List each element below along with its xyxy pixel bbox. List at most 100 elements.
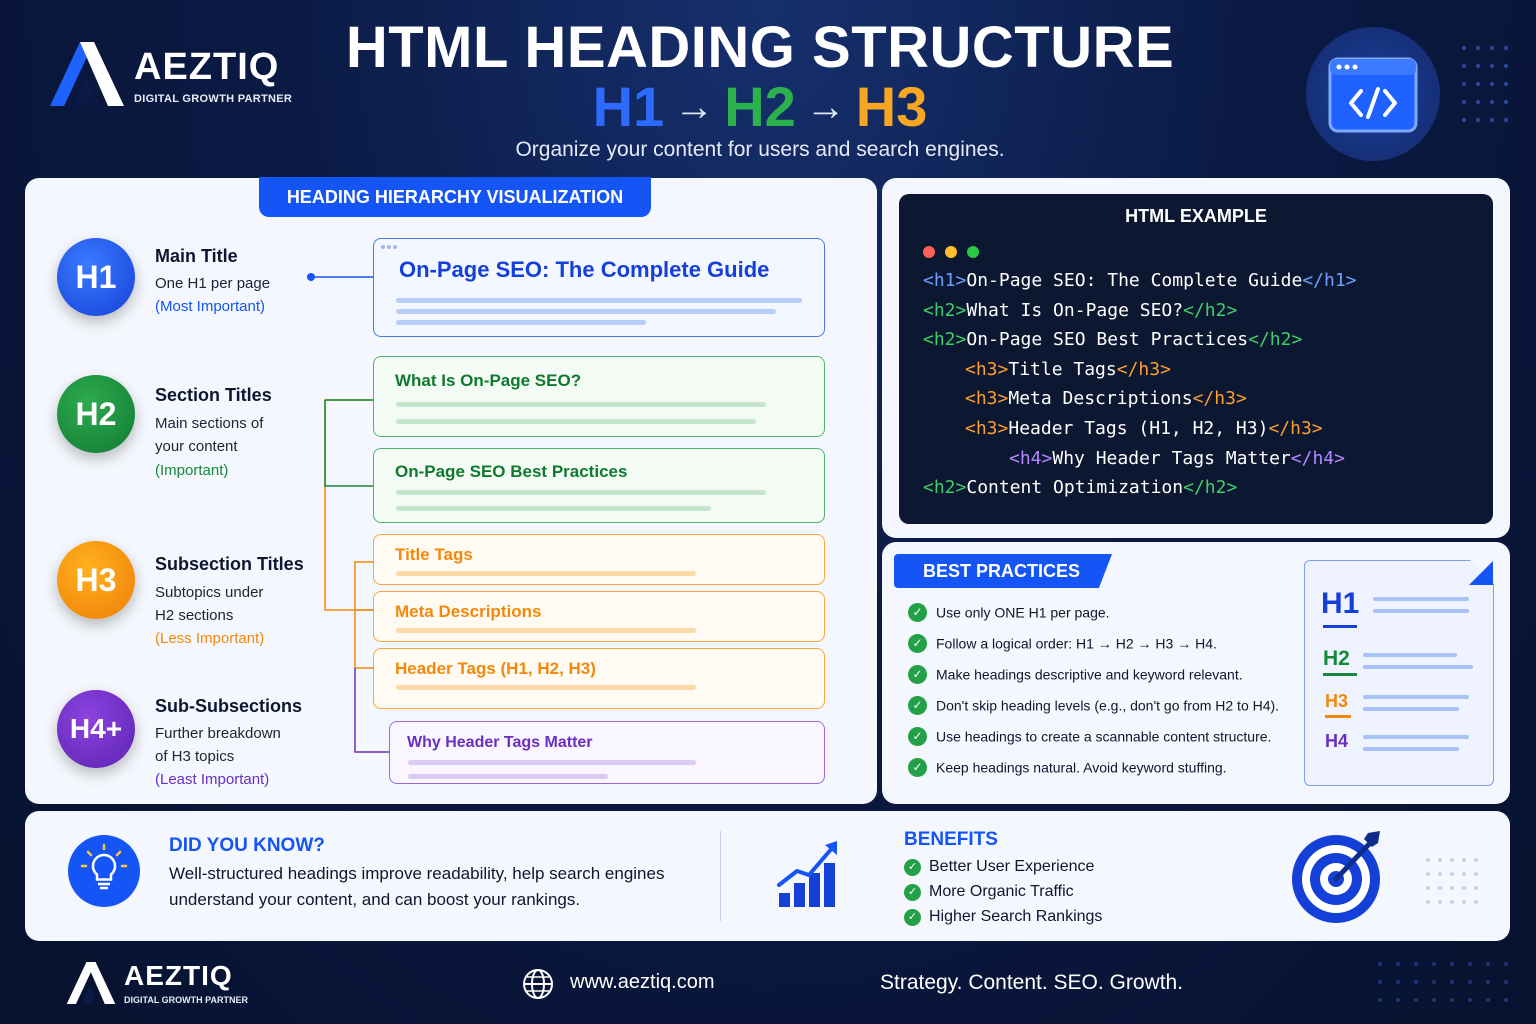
- h4-level-desc-2: of H3 topics: [155, 748, 235, 765]
- hierarchy-panel: HEADING HIERARCHY VISUALIZATION H1 Main …: [25, 177, 877, 804]
- h4-level-importance: (Least Important): [155, 771, 270, 788]
- code-text: What Is On-Page SEO?: [966, 299, 1184, 321]
- code-close-tag: </h2>: [1183, 477, 1238, 499]
- brand-tagline: DIGITAL GROWTH PARTNER: [134, 93, 293, 105]
- code-line: <h3>Header Tags (H1, H2, H3)</h3>: [965, 418, 1323, 439]
- h2-level-desc-1: Main sections of: [155, 415, 264, 432]
- check-icon: ✓: [904, 908, 921, 926]
- h2-level-desc-2: your content: [155, 438, 238, 455]
- h3-card-2-title: Meta Descriptions: [395, 602, 542, 621]
- h1-card: On-Page SEO: The Complete Guide: [373, 238, 825, 337]
- growth-chart-icon: [777, 841, 837, 907]
- h4-card: Why Header Tags Matter: [389, 721, 825, 784]
- check-icon: ✓: [904, 858, 921, 876]
- h3-level-title: Subsection Titles: [155, 554, 304, 574]
- did-you-know-line: Well-structured headings improve readabi…: [169, 864, 665, 883]
- code-line: <h2>What Is On-Page SEO?</h2>: [923, 300, 1237, 321]
- h3-card-3-title: Header Tags (H1, H2, H3): [395, 659, 596, 678]
- h1-card-title: On-Page SEO: The Complete Guide: [399, 257, 770, 282]
- code-open-tag: <h2>: [923, 299, 967, 321]
- best-practice-item: ✓ Keep headings natural. Avoid keyword st…: [908, 758, 1227, 777]
- arrow: →: [805, 85, 846, 129]
- check-icon: ✓: [908, 603, 927, 622]
- code-text: Meta Descriptions: [1008, 388, 1193, 410]
- code-text: Title Tags: [1008, 358, 1117, 380]
- code-text: On-Page SEO Best Practices: [966, 329, 1249, 351]
- document-illustration: H1 H2 H3 H4: [1304, 559, 1495, 786]
- window-maximize-dot: [967, 246, 979, 258]
- code-line: <h4>Why Header Tags Matter</h4>: [1009, 448, 1345, 469]
- window-dots-icon: [381, 245, 397, 249]
- target-icon: [1292, 831, 1380, 923]
- doc-h2-label: H2: [1323, 647, 1350, 670]
- best-practices-title: BEST PRACTICES: [894, 554, 1112, 588]
- footer-website-link[interactable]: www.aeztiq.com: [570, 971, 715, 994]
- code-close-tag: </h3>: [1192, 388, 1247, 410]
- best-practice-item: ✓ Follow a logical order: H1 → H2 → H3 → …: [908, 634, 1217, 653]
- window-minimize-dot: [945, 246, 957, 258]
- h1-level-title: Main Title: [155, 246, 238, 266]
- code-open-tag: <h1>: [923, 270, 967, 291]
- h4-badge: H4+: [57, 690, 135, 768]
- did-you-know-line: understand your content, and can boost y…: [169, 890, 581, 909]
- html-example-title: HTML EXAMPLE: [1125, 206, 1267, 226]
- divider: [720, 831, 721, 921]
- h3-level-desc-2: H2 sections: [155, 607, 234, 624]
- h3-level-importance: (Less Important): [155, 630, 265, 647]
- best-practice-item: ✓ Make headings descriptive and keyword r…: [908, 665, 1243, 684]
- footer-slogan: Strategy. Content. SEO. Growth.: [880, 971, 1184, 994]
- code-badge: [1306, 27, 1440, 161]
- benefits-title: BENEFITS: [904, 829, 998, 850]
- dot-grid-decoration: [1426, 858, 1478, 904]
- code-open-tag: <h2>: [923, 477, 967, 499]
- h4-level-title: Sub-Subsections: [155, 696, 303, 716]
- arrow: →: [674, 85, 715, 129]
- window-close-dot: [923, 246, 935, 258]
- code-close-tag: </h3>: [1268, 418, 1323, 439]
- code-text: Header Tags (H1, H2, H3): [1008, 418, 1269, 439]
- footer-brand-name: AEZTIQ: [124, 960, 233, 991]
- code-line: <h3>Meta Descriptions</h3>: [965, 388, 1247, 409]
- code-window: HTML EXAMPLE <h1>On-Page SEO: The Comple…: [899, 194, 1493, 524]
- h2-card-2: On-Page SEO Best Practices: [373, 448, 825, 523]
- code-line: <h3>Title Tags</h3>: [965, 359, 1171, 380]
- h4-card-title: Why Header Tags Matter: [407, 734, 593, 751]
- check-icon: ✓: [908, 727, 927, 746]
- code-open-tag: <h2>: [923, 329, 967, 351]
- h1-level-desc: One H1 per page: [155, 275, 271, 292]
- sequence-h3: H3: [855, 75, 928, 138]
- code-line: <h1>On-Page SEO: The Complete Guide</h1>: [923, 270, 1357, 291]
- sequence-h1: H1: [592, 75, 665, 138]
- check-icon: ✓: [908, 665, 927, 684]
- h2-level-importance: (Important): [155, 462, 229, 479]
- h3-level-desc-1: Subtopics under: [155, 584, 264, 601]
- benefit-item: ✓ Better User Experience: [904, 858, 1094, 876]
- code-close-tag: </h4>: [1290, 447, 1345, 469]
- h2-card-1-title: What Is On-Page SEO?: [395, 371, 582, 390]
- footer-logo: AEZTIQ DIGITAL GROWTH PARTNER: [66, 958, 326, 1008]
- globe-icon: [523, 969, 553, 999]
- sequence-h2: H2: [724, 75, 796, 138]
- code-open-tag: <h3>: [965, 358, 1009, 380]
- info-strip: DID YOU KNOW? Well-structured headings i…: [25, 811, 1510, 941]
- code-line: <h2>On-Page SEO Best Practices</h2>: [923, 329, 1302, 350]
- benefit-item: ✓ Higher Search Rankings: [904, 908, 1102, 926]
- lightbulb-icon: [68, 835, 140, 907]
- h1-level-importance: (Most Important): [155, 298, 266, 315]
- page-subtitle: Organize your content for users and sear…: [515, 138, 1005, 161]
- dot-grid-decoration: [1462, 46, 1508, 122]
- h3-badge: H3: [57, 541, 135, 619]
- code-window-icon: [1328, 57, 1418, 133]
- aeztiq-logo-icon: [66, 962, 116, 1004]
- brand-logo: AEZTIQ DIGITAL GROWTH PARTNER: [50, 40, 310, 110]
- h3-card-3: Header Tags (H1, H2, H3): [373, 648, 825, 709]
- h3-card-1-title: Title Tags: [395, 545, 473, 564]
- h2-level-title: Section Titles: [155, 385, 272, 405]
- doc-h1-label: H1: [1321, 587, 1360, 620]
- code-text: Why Header Tags Matter: [1052, 447, 1291, 469]
- aeztiq-logo-icon: [50, 42, 124, 106]
- h3-card-2: Meta Descriptions: [373, 591, 825, 642]
- did-you-know-title: DID YOU KNOW?: [169, 835, 325, 856]
- page-title: HTML HEADING STRUCTURE: [345, 15, 1175, 80]
- code-close-tag: </h2>: [1183, 299, 1238, 321]
